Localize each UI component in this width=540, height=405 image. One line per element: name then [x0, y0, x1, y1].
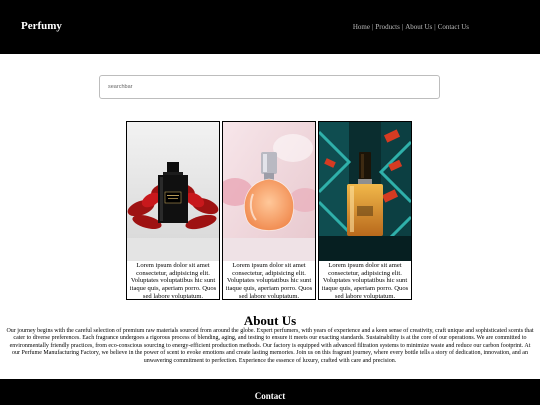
nav-contact-link[interactable]: Contact Us	[438, 23, 469, 31]
product-description: Lorem ipsum dolor sit amet consectetur, …	[321, 262, 409, 300]
site-header: Perfumy Home | Products | About Us | Contact U…	[0, 0, 540, 54]
product-image	[127, 122, 219, 261]
about-text: Our journey begins with the careful sele…	[6, 328, 534, 364]
product-card[interactable]: Lorem ipsum dolor sit amet consectetur, …	[318, 121, 412, 300]
product-card[interactable]: Lorem ipsum dolor sit amet consectetur, …	[126, 121, 220, 300]
product-description: Lorem ipsum dolor sit amet consectetur, …	[225, 262, 313, 300]
search-input[interactable]	[99, 75, 440, 99]
about-heading: About Us	[243, 313, 297, 328]
main-nav: Home | Products | About Us | Contact Us	[352, 23, 469, 31]
product-image	[319, 122, 411, 261]
nav-about-link[interactable]: About Us	[405, 23, 432, 31]
product-image	[223, 122, 315, 261]
contact-heading: Contact	[254, 391, 286, 401]
product-description: Lorem ipsum dolor sit amet consectetur, …	[129, 262, 217, 300]
nav-products-link[interactable]: Products	[375, 23, 400, 31]
nav-home-link[interactable]: Home	[353, 23, 370, 31]
product-card[interactable]: Lorem ipsum dolor sit amet consectetur, …	[222, 121, 316, 300]
brand-logo-text[interactable]: Perfumy	[21, 20, 62, 32]
